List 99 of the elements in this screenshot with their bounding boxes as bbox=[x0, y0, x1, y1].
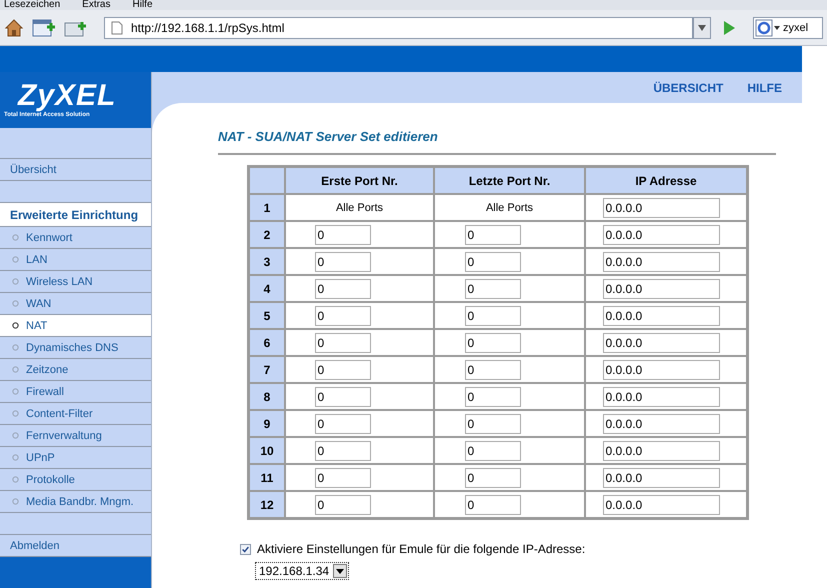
address-field[interactable]: http://192.168.1.1/rpSys.html bbox=[104, 16, 693, 38]
radio-icon bbox=[12, 234, 19, 241]
radio-icon bbox=[12, 256, 19, 263]
menu-item[interactable]: Extras bbox=[82, 0, 110, 10]
header-link[interactable]: ÜBERSICHT bbox=[653, 80, 724, 94]
radio-icon bbox=[12, 410, 19, 417]
port-input[interactable]: 0 bbox=[314, 414, 370, 434]
port-input[interactable]: 0 bbox=[314, 494, 370, 514]
port-input[interactable]: 0 bbox=[464, 386, 520, 406]
ip-input[interactable]: 0.0.0.0 bbox=[602, 306, 720, 326]
port-input[interactable]: 0 bbox=[314, 468, 370, 488]
port-input[interactable]: 0 bbox=[464, 252, 520, 272]
menu-item[interactable]: Lesezeichen bbox=[4, 0, 60, 10]
sidebar-item[interactable]: Wireless LAN bbox=[0, 271, 151, 293]
radio-icon bbox=[12, 322, 19, 329]
menu-item[interactable]: Hilfe bbox=[132, 0, 153, 10]
page-icon bbox=[111, 20, 123, 34]
row-number: 12 bbox=[249, 491, 285, 518]
ip-input[interactable]: 0.0.0.0 bbox=[602, 252, 720, 272]
port-input[interactable]: 0 bbox=[314, 440, 370, 460]
column-header: Letzte Port Nr. bbox=[434, 167, 585, 194]
row-number: 8 bbox=[249, 383, 285, 410]
table-cell: Alle Ports bbox=[285, 194, 434, 221]
sidebar-item[interactable]: LAN bbox=[0, 249, 151, 271]
caret-icon bbox=[698, 24, 706, 30]
row-number: 9 bbox=[249, 410, 285, 437]
home-icon[interactable] bbox=[4, 18, 24, 38]
logo-text: ZyXEL bbox=[18, 81, 118, 111]
port-input[interactable]: 0 bbox=[464, 440, 520, 460]
ip-input[interactable]: 0.0.0.0 bbox=[602, 386, 720, 406]
radio-icon bbox=[12, 300, 19, 307]
table-cell: Alle Ports bbox=[434, 194, 585, 221]
port-input[interactable]: 0 bbox=[464, 332, 520, 352]
sidebar-item[interactable]: Protokolle bbox=[0, 469, 151, 491]
port-input[interactable]: 0 bbox=[464, 224, 520, 244]
port-input[interactable]: 0 bbox=[314, 278, 370, 298]
sidebar-item[interactable]: Fernverwaltung bbox=[0, 425, 151, 447]
row-number: 1 bbox=[249, 194, 285, 221]
ip-input[interactable]: 0.0.0.0 bbox=[602, 224, 720, 244]
sidebar-item[interactable]: Content-Filter bbox=[0, 403, 151, 425]
sidebar-item[interactable]: Kennwort bbox=[0, 227, 151, 249]
row-number: 3 bbox=[249, 248, 285, 275]
row-number: 11 bbox=[249, 464, 285, 491]
ip-input[interactable]: 0.0.0.0 bbox=[602, 468, 720, 488]
port-input[interactable]: 0 bbox=[314, 360, 370, 380]
radio-icon bbox=[12, 366, 19, 373]
port-input[interactable]: 0 bbox=[464, 468, 520, 488]
search-field[interactable]: zyxel bbox=[753, 16, 823, 38]
row-number: 4 bbox=[249, 275, 285, 302]
sidebar-heading: Erweiterte Einrichtung bbox=[0, 203, 151, 227]
dropdown-button[interactable] bbox=[333, 564, 348, 578]
sidebar-item[interactable]: Media Bandbr. Mngm. bbox=[0, 491, 151, 513]
port-input[interactable]: 0 bbox=[464, 360, 520, 380]
radio-icon bbox=[12, 498, 19, 505]
port-input[interactable]: 0 bbox=[314, 386, 370, 406]
radio-icon bbox=[12, 388, 19, 395]
ip-input[interactable]: 0.0.0.0 bbox=[602, 440, 720, 460]
page-title: NAT - SUA/NAT Server Set editieren bbox=[218, 129, 438, 144]
ip-input[interactable]: 0.0.0.0 bbox=[602, 278, 720, 298]
checkbox-label: Aktiviere Einstellungen für Emule für die folgende IP-Adresse: bbox=[257, 542, 586, 556]
port-input[interactable]: 0 bbox=[464, 414, 520, 434]
port-input[interactable]: 0 bbox=[464, 306, 520, 326]
radio-icon bbox=[12, 344, 19, 351]
header-link[interactable]: HILFE bbox=[747, 80, 782, 94]
column-header: Erste Port Nr. bbox=[285, 167, 434, 194]
sidebar-item[interactable]: Übersicht bbox=[0, 159, 151, 181]
ip-select[interactable]: 192.168.1.34 bbox=[255, 562, 350, 580]
checkbox[interactable] bbox=[240, 544, 251, 554]
port-input[interactable]: 0 bbox=[464, 494, 520, 514]
ip-input[interactable]: 0.0.0.0 bbox=[602, 494, 720, 514]
ip-input[interactable]: 0.0.0.0 bbox=[602, 414, 720, 434]
row-number: 7 bbox=[249, 356, 285, 383]
port-input[interactable]: 0 bbox=[314, 332, 370, 352]
radio-icon bbox=[12, 278, 19, 285]
row-number: 5 bbox=[249, 302, 285, 329]
row-number: 6 bbox=[249, 329, 285, 356]
sidebar-item[interactable]: Firewall bbox=[0, 381, 151, 403]
column-header: IP Adresse bbox=[585, 167, 747, 194]
ip-input[interactable]: 0.0.0.0 bbox=[602, 360, 720, 380]
row-number: 2 bbox=[249, 221, 285, 248]
radio-icon bbox=[12, 432, 19, 439]
sidebar-item[interactable]: Dynamisches DNS bbox=[0, 337, 151, 359]
ip-input[interactable]: 0.0.0.0 bbox=[602, 332, 720, 352]
port-input[interactable]: 0 bbox=[314, 252, 370, 272]
dropdown-button[interactable] bbox=[693, 16, 711, 38]
row-number: 10 bbox=[249, 437, 285, 464]
sidebar-item[interactable]: NAT bbox=[0, 315, 151, 337]
ip-input[interactable]: 0.0.0.0 bbox=[602, 198, 720, 218]
checkmark-icon bbox=[241, 544, 250, 554]
radio-icon bbox=[12, 454, 19, 461]
port-input[interactable]: 0 bbox=[314, 224, 370, 244]
new-tab-icon[interactable] bbox=[32, 18, 56, 38]
search-engine-icon bbox=[755, 18, 781, 36]
port-input[interactable]: 0 bbox=[464, 278, 520, 298]
sidebar-item[interactable]: Zeitzone bbox=[0, 359, 151, 381]
caret-icon bbox=[336, 568, 344, 574]
sidebar-item[interactable]: UPnP bbox=[0, 447, 151, 469]
radio-icon bbox=[12, 476, 19, 483]
port-input[interactable]: 0 bbox=[314, 306, 370, 326]
